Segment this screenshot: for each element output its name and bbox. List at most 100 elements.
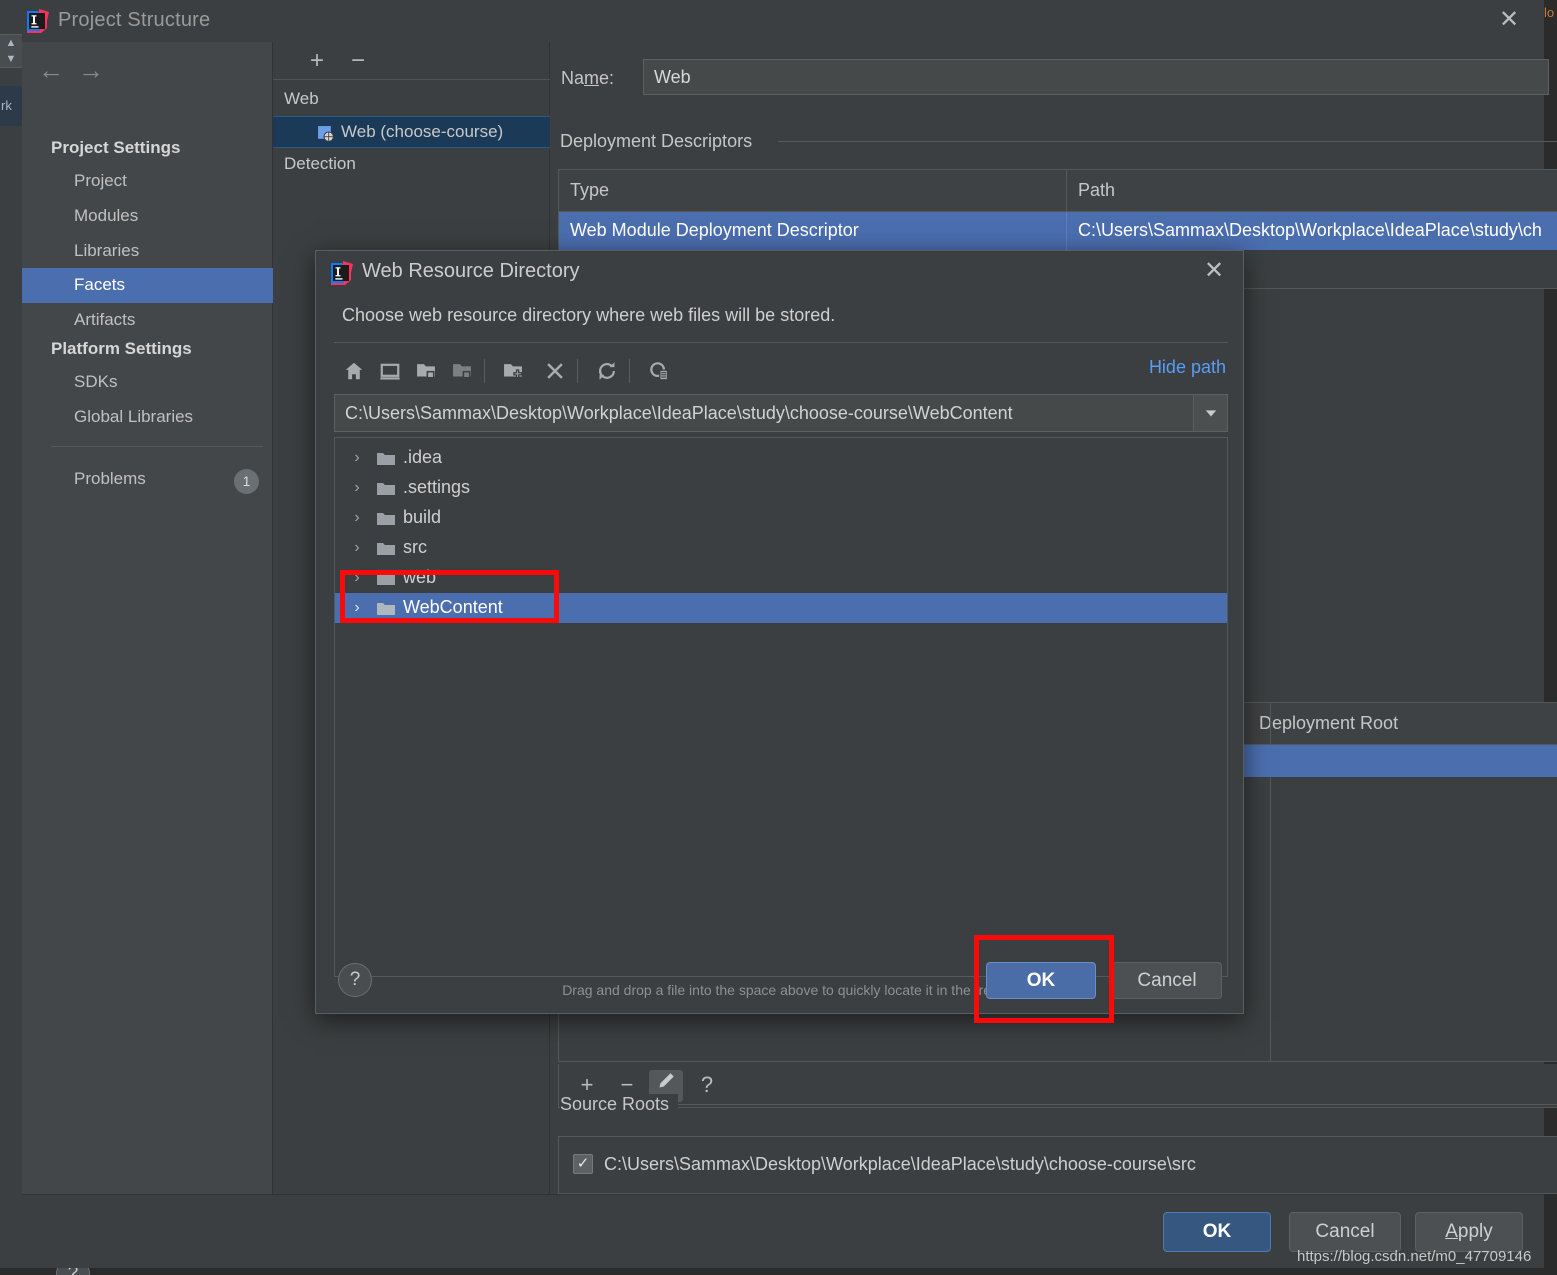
sidebar-item-problems[interactable]: Problems 1 bbox=[22, 462, 273, 497]
add-facet-button[interactable]: + bbox=[302, 48, 332, 76]
facet-item-web-choose-course[interactable]: Web (choose-course) bbox=[273, 116, 550, 148]
name-label: Name: bbox=[561, 68, 614, 89]
toolbar-divider bbox=[484, 359, 485, 383]
dialog-cancel-button[interactable]: Cancel bbox=[1112, 962, 1222, 999]
tree-item-build[interactable]: › build bbox=[335, 503, 1227, 533]
folder-icon bbox=[376, 481, 396, 497]
chevron-down-icon[interactable] bbox=[1193, 395, 1227, 431]
chevron-right-icon[interactable]: › bbox=[348, 447, 366, 469]
facet-group-detection[interactable]: Detection bbox=[273, 149, 550, 181]
folder-icon bbox=[376, 571, 396, 587]
web-resource-directory-dialog: Web Resource Directory ✕ Choose web reso… bbox=[315, 250, 1244, 1014]
remove-facet-button[interactable]: − bbox=[343, 48, 373, 76]
section-header-platform-settings: Platform Settings bbox=[51, 339, 192, 359]
sidebar-item-libraries[interactable]: Libraries bbox=[22, 234, 273, 269]
column-header-type: Type bbox=[559, 170, 1067, 212]
ok-button[interactable]: OK bbox=[1163, 1212, 1271, 1252]
show-hidden-icon[interactable] bbox=[642, 356, 675, 386]
facet-group-web[interactable]: Web bbox=[273, 84, 550, 116]
directory-tree[interactable]: › .idea › .settings › build › src › bbox=[334, 437, 1228, 977]
tree-item-label: src bbox=[403, 537, 427, 558]
navigation-arrows: ← → bbox=[22, 50, 273, 94]
sidebar-item-label: Facets bbox=[74, 275, 125, 295]
tree-item-label: .settings bbox=[403, 477, 470, 498]
column-header-label: Deployment Root bbox=[1259, 713, 1398, 734]
ide-scrollbar-thumb[interactable]: ▲▼ bbox=[0, 34, 22, 68]
window-titlebar: Project Structure ✕ bbox=[22, 0, 1544, 42]
ide-editor-tab[interactable]: rk bbox=[0, 86, 22, 126]
path-combobox[interactable]: C:\Users\Sammax\Desktop\Workplace\IdeaPl… bbox=[334, 394, 1228, 432]
close-icon[interactable]: ✕ bbox=[1496, 8, 1522, 34]
refresh-icon[interactable] bbox=[590, 356, 623, 386]
sidebar-item-global-libraries[interactable]: Global Libraries bbox=[22, 400, 273, 435]
tree-item-src[interactable]: › src bbox=[335, 533, 1227, 563]
cancel-button[interactable]: Cancel bbox=[1289, 1212, 1401, 1252]
dialog-help-button[interactable]: ? bbox=[338, 963, 372, 997]
name-input[interactable] bbox=[643, 59, 1549, 95]
sidebar-item-label: Global Libraries bbox=[74, 407, 193, 427]
chevron-right-icon[interactable]: › bbox=[348, 597, 366, 619]
watermark-url: https://blog.csdn.net/m0_47709146 bbox=[1297, 1248, 1531, 1265]
chevron-right-icon[interactable]: › bbox=[348, 507, 366, 529]
new-folder-icon[interactable] bbox=[496, 356, 529, 386]
column-header-label: Type bbox=[570, 180, 609, 201]
sidebar: ← → Project Settings Project Modules Lib… bbox=[22, 42, 273, 1194]
tree-item-web[interactable]: › web bbox=[335, 563, 1227, 593]
delete-icon[interactable] bbox=[538, 356, 571, 386]
sidebar-item-label: Problems bbox=[74, 469, 146, 489]
dialog-description: Choose web resource directory where web … bbox=[342, 305, 835, 326]
chevron-right-icon[interactable]: › bbox=[348, 477, 366, 499]
apply-button[interactable]: Apply bbox=[1415, 1212, 1523, 1252]
cell-path: C:\Users\Sammax\Desktop\Workplace\IdeaPl… bbox=[1078, 220, 1542, 241]
table-row[interactable]: Web Module Deployment Descriptor bbox=[559, 212, 1067, 250]
tree-item-label: WebContent bbox=[403, 597, 503, 618]
sidebar-item-facets[interactable]: Facets bbox=[22, 268, 273, 303]
facet-group-label: Web bbox=[284, 89, 319, 109]
sidebar-item-label: Modules bbox=[74, 206, 138, 226]
tree-item-webcontent[interactable]: › WebContent bbox=[335, 593, 1227, 623]
chevron-right-icon[interactable]: › bbox=[348, 567, 366, 589]
back-arrow-icon[interactable]: ← bbox=[34, 56, 68, 86]
home-icon[interactable] bbox=[337, 356, 370, 386]
hide-path-link[interactable]: Hide path bbox=[1149, 357, 1226, 378]
source-root-path: C:\Users\Sammax\Desktop\Workplace\IdeaPl… bbox=[604, 1154, 1196, 1175]
desktop-icon[interactable] bbox=[373, 356, 406, 386]
sidebar-item-label: Libraries bbox=[74, 241, 139, 261]
section-header-project-settings: Project Settings bbox=[51, 138, 180, 158]
folder-icon bbox=[376, 451, 396, 467]
dialog-ok-button[interactable]: OK bbox=[986, 962, 1096, 999]
screenshot-root: ▲▼ rk lo = ( Project Structure ✕ ← → Pro… bbox=[0, 0, 1557, 1275]
collapse-folder-icon[interactable] bbox=[445, 356, 478, 386]
sidebar-item-sdks[interactable]: SDKs bbox=[22, 365, 273, 400]
sidebar-item-artifacts[interactable]: Artifacts bbox=[22, 303, 273, 338]
facet-toolbar: + − bbox=[273, 42, 550, 80]
table-row[interactable]: C:\Users\Sammax\Desktop\Workplace\IdeaPl… bbox=[1067, 212, 1557, 250]
expand-folder-icon[interactable] bbox=[409, 356, 442, 386]
tree-item-settings[interactable]: › .settings bbox=[335, 473, 1227, 503]
pencil-icon bbox=[656, 1071, 676, 1091]
deployment-root-toolbar: + − ? bbox=[558, 1064, 1557, 1108]
sidebar-item-modules[interactable]: Modules bbox=[22, 199, 273, 234]
facet-item-label: Web (choose-course) bbox=[341, 122, 503, 142]
ide-code-snippet-top: lo bbox=[1544, 5, 1557, 25]
tree-item-label: .idea bbox=[403, 447, 442, 468]
dialog-separator bbox=[334, 342, 1228, 343]
group-divider bbox=[678, 1104, 1557, 1105]
source-root-checkbox[interactable]: ✓ bbox=[573, 1154, 593, 1174]
sidebar-item-project[interactable]: Project bbox=[22, 164, 273, 199]
ide-left-strip bbox=[0, 0, 22, 1275]
chevron-right-icon[interactable]: › bbox=[348, 537, 366, 559]
toolbar-help-button[interactable]: ? bbox=[691, 1071, 723, 1101]
tree-item-label: build bbox=[403, 507, 441, 528]
dialog-title: Web Resource Directory bbox=[362, 260, 579, 283]
toolbar-divider bbox=[629, 359, 630, 383]
facet-detection-label: Detection bbox=[284, 154, 356, 174]
dialog-close-icon[interactable]: ✕ bbox=[1201, 259, 1227, 285]
sidebar-divider bbox=[51, 446, 263, 447]
sidebar-item-label: Artifacts bbox=[74, 310, 135, 330]
folder-icon bbox=[376, 511, 396, 527]
intellij-idea-icon bbox=[25, 9, 49, 33]
tree-item-idea[interactable]: › .idea bbox=[335, 443, 1227, 473]
forward-arrow-icon[interactable]: → bbox=[74, 56, 108, 86]
source-roots-list: ✓ C:\Users\Sammax\Desktop\Workplace\Idea… bbox=[558, 1136, 1557, 1194]
